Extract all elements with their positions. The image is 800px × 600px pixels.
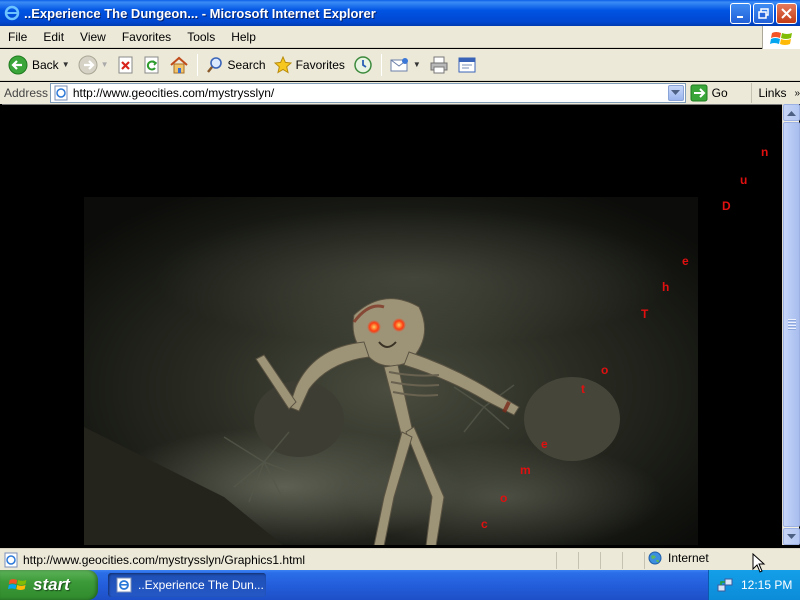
home-button[interactable]	[165, 51, 193, 79]
floating-letter: o	[500, 491, 508, 505]
address-bar: Address http://www.geocities.com/mystrys…	[0, 82, 800, 104]
menu-tools[interactable]: Tools	[179, 30, 223, 44]
mail-icon	[390, 57, 408, 71]
links-label: Links	[758, 86, 787, 100]
favorites-button[interactable]: Favorites	[270, 51, 349, 79]
search-button[interactable]: Search	[202, 51, 270, 79]
refresh-icon	[144, 56, 159, 73]
standard-toolbar: Back ▼ ▼ Search Favorites ▼	[0, 49, 800, 81]
back-button[interactable]: Back ▼	[4, 51, 74, 79]
close-icon	[781, 8, 792, 19]
address-dropdown-button[interactable]	[667, 85, 684, 101]
window-controls	[730, 3, 797, 24]
menu-help[interactable]: Help	[223, 30, 264, 44]
taskbar: start ..Experience The Dun... 12:15 PM	[0, 570, 800, 600]
favorites-label: Favorites	[295, 57, 345, 72]
zone-label: Internet	[668, 551, 709, 565]
status-text: http://www.geocities.com/mystrysslyn/Gra…	[23, 552, 306, 567]
floating-letter: T	[641, 307, 649, 321]
toolbar-separator	[380, 53, 382, 76]
address-input[interactable]: http://www.geocities.com/mystrysslyn/	[49, 83, 686, 103]
floating-letter: t	[581, 382, 585, 396]
mouse-cursor-icon	[752, 553, 766, 573]
start-button[interactable]: start	[0, 570, 98, 600]
page-content: n u D e h T o t e m o c	[2, 104, 782, 545]
forward-arrow-icon	[78, 55, 98, 74]
page-icon	[54, 85, 68, 101]
search-label: Search	[227, 57, 266, 72]
close-button[interactable]	[776, 3, 797, 24]
go-label: Go	[711, 86, 728, 100]
scroll-down-button[interactable]	[783, 528, 800, 545]
internet-explorer-icon	[4, 5, 20, 21]
printer-icon	[430, 56, 448, 73]
refresh-button[interactable]	[139, 51, 165, 79]
chevron-down-icon	[787, 533, 796, 539]
start-label: start	[33, 575, 70, 594]
edit-page-icon	[458, 57, 476, 72]
floating-letter: c	[481, 517, 488, 531]
chevron-down-icon	[671, 90, 681, 95]
back-arrow-icon	[8, 55, 28, 74]
floating-letter: n	[761, 145, 769, 159]
floating-letter: e	[682, 254, 689, 268]
menu-bar: File Edit View Favorites Tools Help	[0, 26, 800, 48]
history-icon	[354, 55, 372, 74]
print-button[interactable]	[425, 51, 453, 79]
restore-icon	[758, 8, 769, 19]
status-bar: http://www.geocities.com/mystrysslyn/Gra…	[0, 548, 800, 570]
stop-button[interactable]	[113, 51, 139, 79]
forward-button[interactable]: ▼	[74, 51, 113, 79]
mail-button[interactable]: ▼	[386, 51, 425, 79]
title-bar: ..Experience The Dungeon... - Microsoft …	[0, 0, 800, 26]
edit-button[interactable]	[453, 51, 481, 79]
windows-logo-icon	[8, 579, 27, 590]
search-icon	[206, 56, 222, 73]
star-icon	[273, 55, 292, 74]
globe-icon	[648, 551, 662, 565]
stop-icon	[118, 56, 133, 73]
go-arrow-icon	[690, 84, 708, 102]
chevron-down-icon[interactable]: ▼	[62, 60, 70, 69]
chevron-down-icon[interactable]: ▼	[101, 60, 109, 69]
floating-letter: m	[520, 463, 531, 477]
minimize-button[interactable]	[730, 3, 751, 24]
chevron-down-icon[interactable]: ▼	[413, 60, 421, 69]
floating-letter: o	[601, 363, 609, 377]
back-label: Back	[32, 57, 59, 72]
scroll-up-button[interactable]	[783, 104, 800, 121]
taskbar-item-internet-explorer[interactable]: ..Experience The Dun...	[108, 573, 266, 597]
floating-letter: D	[722, 199, 731, 213]
menu-favorites[interactable]: Favorites	[114, 30, 179, 44]
chevron-up-icon	[787, 110, 796, 116]
chevron-right-icon[interactable]: »	[794, 88, 800, 99]
vertical-scrollbar[interactable]	[782, 104, 800, 545]
floating-letter: h	[662, 280, 670, 294]
go-button[interactable]: Go	[690, 84, 740, 102]
minimize-icon	[736, 15, 743, 18]
system-tray: 12:15 PM	[708, 570, 800, 600]
window-title: ..Experience The Dungeon... - Microsoft …	[24, 5, 376, 21]
restore-button[interactable]	[753, 3, 774, 24]
history-button[interactable]	[349, 51, 377, 79]
page-icon	[4, 552, 18, 567]
menu-file[interactable]: File	[0, 30, 35, 44]
scroll-thumb[interactable]	[783, 122, 800, 527]
floating-letter: e	[541, 437, 548, 451]
network-icon[interactable]	[717, 577, 733, 593]
internet-explorer-icon	[116, 577, 132, 593]
clock[interactable]: 12:15 PM	[741, 578, 792, 592]
home-icon	[169, 56, 188, 73]
links-toolbar[interactable]: Links »	[751, 83, 800, 103]
address-label: Address	[4, 86, 49, 100]
task-label: ..Experience The Dun...	[138, 578, 264, 592]
security-zone: Internet	[648, 551, 709, 565]
toolbar-separator	[196, 53, 198, 76]
address-url: http://www.geocities.com/mystrysslyn/	[72, 86, 275, 100]
menu-view[interactable]: View	[72, 30, 114, 44]
menu-edit[interactable]: Edit	[35, 30, 72, 44]
floating-letter: u	[740, 173, 748, 187]
